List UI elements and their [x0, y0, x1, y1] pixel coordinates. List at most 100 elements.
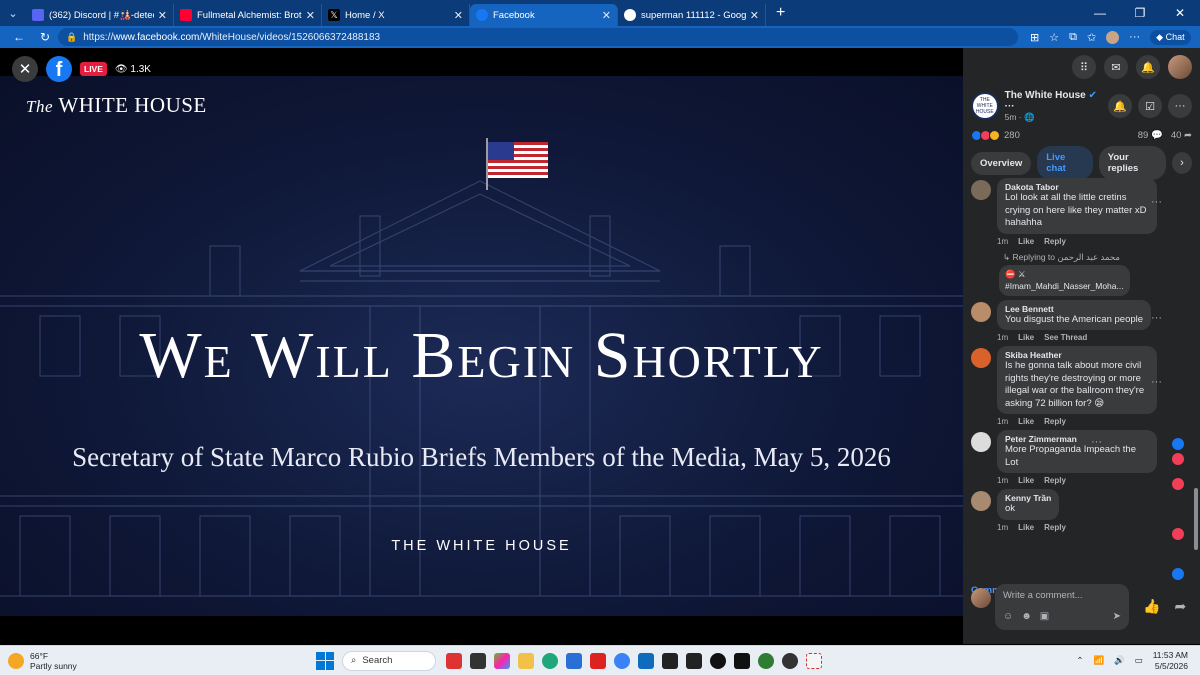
app-l-icon[interactable] — [590, 652, 606, 669]
commenter-avatar[interactable] — [971, 491, 991, 511]
edge-browser-icon[interactable] — [542, 652, 558, 669]
browser-tab-active[interactable]: Facebook ✕ — [470, 4, 618, 26]
facebook-logo-icon[interactable]: f — [46, 56, 72, 82]
task-view-icon[interactable] — [470, 652, 486, 669]
teams-icon[interactable] — [614, 652, 630, 669]
like-thumb-icon[interactable]: 👍 — [1143, 598, 1160, 615]
notifications-bell-icon[interactable]: 🔔 — [1136, 55, 1160, 79]
commenter-avatar[interactable] — [971, 301, 991, 322]
comment-options-icon[interactable]: ··· — [1151, 376, 1162, 388]
commenter-avatar[interactable] — [971, 180, 991, 200]
white-house-avatar[interactable]: THE WHITE HOUSE — [971, 92, 999, 120]
sticker-icon[interactable]: ▣ — [1040, 611, 1049, 622]
app-available-icon[interactable]: ⊞ — [1030, 31, 1039, 44]
minimize-icon[interactable]: — — [1080, 0, 1120, 26]
copilot-chat-button[interactable]: ◆ Chat — [1150, 29, 1191, 45]
chat-scrollbar[interactable] — [1194, 188, 1198, 598]
send-icon[interactable]: ➤ — [1113, 611, 1121, 622]
copilot-app-icon[interactable] — [494, 652, 510, 669]
commenter-name[interactable]: Peter Zimmerman — [1005, 434, 1149, 444]
windows-start-icon[interactable] — [316, 651, 334, 670]
close-tab-icon[interactable]: ✕ — [158, 9, 167, 22]
reply-button[interactable]: Reply — [1044, 417, 1066, 426]
comment-options-icon[interactable]: ··· — [1151, 196, 1162, 208]
browser-tab[interactable]: (362) Discord | #🎎-detective-gen ✕ — [26, 4, 174, 26]
back-icon[interactable]: ← — [6, 30, 32, 44]
menu-grid-icon[interactable]: ⠿ — [1072, 55, 1096, 79]
weather-widget[interactable]: 66°F Partly sunny — [0, 651, 300, 671]
close-tab-icon[interactable]: ✕ — [602, 9, 611, 22]
page-name[interactable]: The White House ✔ ··· — [1005, 90, 1108, 112]
commenter-name[interactable]: Lee Bennett — [1005, 304, 1143, 314]
avatar-sticker-icon[interactable]: ☺ — [1003, 611, 1013, 622]
taskbar-search[interactable]: ⌕ Search — [342, 650, 436, 671]
favorites-icon[interactable]: ✩ — [1087, 31, 1096, 44]
see-thread-button[interactable]: See Thread — [1044, 333, 1087, 342]
more-options-icon[interactable]: ··· — [1129, 31, 1140, 43]
url-field[interactable]: 🔒 https://www.facebook.com/WhiteHouse/vi… — [58, 28, 1018, 46]
x-app-icon[interactable] — [710, 652, 726, 669]
favorite-star-icon[interactable]: ☆ — [1049, 31, 1059, 44]
app-pen-icon[interactable] — [686, 652, 702, 669]
close-tab-icon[interactable]: ✕ — [454, 9, 463, 22]
reply-button[interactable]: Reply — [1044, 523, 1066, 532]
reply-preview[interactable]: ⛔ ⚔ #Imam_Mahdi_Nasser_Moha... — [963, 264, 1200, 296]
like-button[interactable]: Like — [1018, 417, 1034, 426]
comment-count[interactable]: 89 💬 — [1138, 130, 1163, 141]
follow-bell-icon[interactable]: 🔔 — [1108, 94, 1132, 118]
share-arrow-icon[interactable]: ➦ — [1174, 598, 1186, 615]
close-tab-icon[interactable]: ✕ — [750, 9, 759, 22]
new-tab-button[interactable]: + — [776, 4, 785, 22]
user-avatar[interactable] — [1168, 55, 1192, 79]
like-button[interactable]: Like — [1018, 476, 1034, 485]
microsoft-store-icon[interactable] — [566, 652, 582, 669]
tray-expand-icon[interactable]: ⌃ — [1076, 655, 1083, 666]
reply-button[interactable]: Reply — [1044, 237, 1066, 246]
app-i-icon[interactable] — [734, 652, 750, 669]
refresh-icon[interactable]: ↻ — [32, 30, 58, 44]
commenter-name[interactable]: Dakota Tabor — [1005, 182, 1149, 192]
close-window-icon[interactable]: ✕ — [1160, 0, 1200, 26]
like-button[interactable]: Like — [1018, 333, 1034, 342]
tab-live-chat[interactable]: Live chat — [1037, 146, 1093, 180]
commenter-avatar[interactable] — [971, 348, 991, 368]
browser-tab[interactable]: Fullmetal Alchemist: Brotherh ✕ — [174, 4, 322, 26]
snipping-tool-icon[interactable] — [806, 652, 822, 669]
like-button[interactable]: Like — [1018, 237, 1034, 246]
like-button[interactable]: Like — [1018, 523, 1034, 532]
commenter-avatar[interactable] — [971, 432, 991, 452]
app-icon-fruits[interactable] — [446, 652, 462, 669]
scrollbar-thumb[interactable] — [1194, 488, 1198, 550]
commenter-name[interactable]: Skiba Heather — [1005, 350, 1149, 360]
extensions-icon[interactable]: ⧉ — [1069, 31, 1077, 44]
browser-tab[interactable]: superman 111112 - Google Search ✕ — [618, 4, 766, 26]
comment-input[interactable]: Write a comment... ☺ ☻ ▣ ➤ — [995, 584, 1129, 630]
file-explorer-icon[interactable] — [518, 652, 534, 669]
reply-button[interactable]: Reply — [1044, 476, 1066, 485]
tabs-next-chevron-icon[interactable]: › — [1172, 152, 1192, 174]
comment-options-icon[interactable]: ··· — [1091, 436, 1102, 448]
tab-actions-menu-icon[interactable]: ⌄ — [0, 0, 26, 26]
clock[interactable]: 11:53 AM 5/5/2026 — [1153, 650, 1188, 672]
commenter-name[interactable]: Kenny Trần — [1005, 493, 1051, 503]
emoji-icon[interactable]: ☻ — [1021, 611, 1032, 622]
battery-icon[interactable]: ▭ — [1135, 655, 1143, 666]
close-video-icon[interactable]: ✕ — [12, 56, 38, 82]
reactions-summary[interactable]: 280 89 💬 40 ➦ — [963, 126, 1200, 144]
discord-app-icon[interactable] — [782, 652, 798, 669]
save-icon[interactable]: ☑ — [1138, 94, 1162, 118]
video-player[interactable]: The WHITE HOUSE We Will Begin Shortly Se… — [0, 48, 963, 644]
tab-overview[interactable]: Overview — [971, 151, 1032, 175]
volume-icon[interactable]: 🔊 — [1114, 655, 1125, 666]
share-count[interactable]: 40 ➦ — [1171, 130, 1192, 141]
chrome-icon[interactable] — [758, 652, 774, 669]
tab-your-replies[interactable]: Your replies — [1098, 146, 1166, 180]
comment-options-icon[interactable]: ··· — [1151, 312, 1162, 324]
outlook-icon[interactable] — [638, 652, 654, 669]
maximize-icon[interactable]: ❐ — [1120, 0, 1160, 26]
profile-icon[interactable] — [1106, 30, 1120, 44]
app-g-icon[interactable] — [662, 652, 678, 669]
messenger-icon[interactable]: ✉ — [1104, 55, 1128, 79]
network-wifi-icon[interactable]: 📶 — [1093, 655, 1104, 666]
close-tab-icon[interactable]: ✕ — [306, 9, 315, 22]
